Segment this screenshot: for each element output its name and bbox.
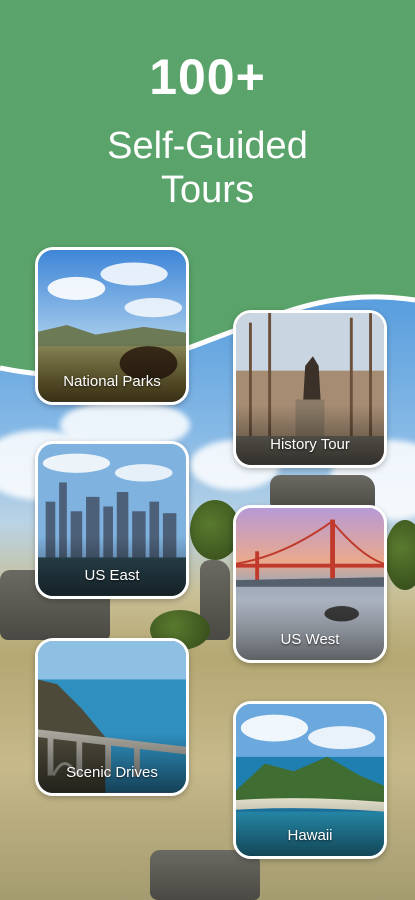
card-shade — [236, 405, 384, 465]
category-card-us-east[interactable]: US East — [35, 441, 189, 599]
card-shade — [38, 342, 186, 402]
category-card-history-tour[interactable]: History Tour — [233, 310, 387, 468]
category-card-us-west[interactable]: US West — [233, 505, 387, 663]
card-label: US West — [280, 631, 340, 648]
card-label: Scenic Drives — [66, 764, 158, 781]
card-label: Hawaii — [287, 827, 333, 844]
heading-line-1: Self-Guided — [107, 125, 308, 167]
card-shade — [236, 600, 384, 660]
category-card-hawaii[interactable]: Hawaii — [233, 701, 387, 859]
card-shade — [236, 796, 384, 856]
card-shade — [38, 733, 186, 793]
category-card-scenic-drives[interactable]: Scenic Drives — [35, 638, 189, 796]
card-label: History Tour — [270, 436, 350, 453]
tour-count-heading: 100+ — [149, 49, 266, 105]
heading-line-2: Tours — [161, 169, 254, 211]
card-label: National Parks — [63, 373, 161, 390]
card-label: US East — [84, 567, 140, 584]
category-card-national-parks[interactable]: National Parks — [35, 247, 189, 405]
card-shade — [38, 536, 186, 596]
